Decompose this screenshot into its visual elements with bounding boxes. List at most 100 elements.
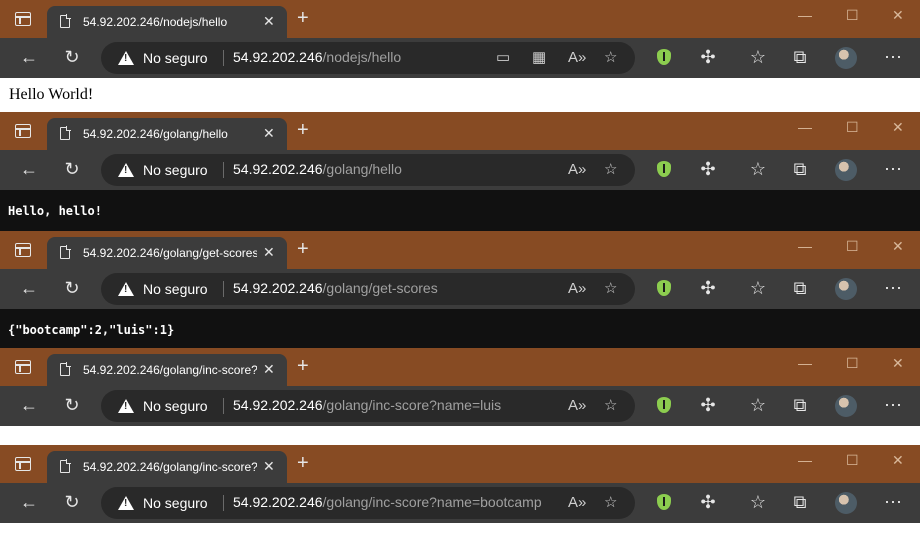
extension-shield-icon[interactable] (657, 280, 671, 296)
close-icon[interactable]: ✕ (263, 362, 275, 376)
refresh-icon[interactable]: ↻ (61, 159, 83, 179)
minimize-icon[interactable]: — (798, 356, 812, 370)
collections-icon[interactable]: ⧉ (789, 278, 811, 298)
more-icon[interactable]: ⋯ (882, 492, 904, 512)
url-text[interactable]: 54.92.202.246/golang/get-scores (233, 280, 438, 296)
more-icon[interactable]: ⋯ (882, 159, 904, 179)
back-arrow-icon[interactable]: ← (18, 492, 40, 512)
read-aloud-icon[interactable]: A» (568, 161, 586, 179)
url-text[interactable]: 54.92.202.246/nodejs/hello (233, 49, 401, 65)
collections-icon[interactable]: ⧉ (789, 47, 811, 67)
back-arrow-icon[interactable]: ← (18, 47, 40, 67)
star-plus-icon[interactable]: ☆ (604, 49, 617, 67)
read-aloud-icon[interactable]: A» (568, 49, 586, 67)
puzzle-icon[interactable]: ✣ (697, 395, 719, 415)
close-icon[interactable]: ✕ (263, 459, 275, 473)
refresh-icon[interactable]: ↻ (61, 395, 83, 415)
security-label[interactable]: No seguro (143, 495, 208, 511)
close-window-icon[interactable]: ✕ (892, 120, 904, 134)
star-plus-icon[interactable]: ☆ (604, 397, 617, 415)
collections-icon[interactable]: ⧉ (789, 159, 811, 179)
read-aloud-icon[interactable]: A» (568, 397, 586, 415)
collections-icon[interactable]: ⧉ (789, 395, 811, 415)
more-icon[interactable]: ⋯ (882, 47, 904, 67)
security-label[interactable]: No seguro (143, 281, 208, 297)
read-aloud-icon[interactable]: A» (568, 280, 586, 298)
puzzle-icon[interactable]: ✣ (697, 278, 719, 298)
sidebar-toggle-icon[interactable] (15, 12, 31, 26)
refresh-icon[interactable]: ↻ (61, 278, 83, 298)
security-label[interactable]: No seguro (143, 162, 208, 178)
apps-icon[interactable]: ▦ (532, 49, 546, 67)
favorites-list-icon[interactable]: ☆ (747, 492, 769, 512)
puzzle-icon[interactable]: ✣ (697, 159, 719, 179)
minimize-icon[interactable]: — (798, 453, 812, 467)
sidebar-toggle-icon[interactable] (15, 360, 31, 374)
minimize-icon[interactable]: — (798, 120, 812, 134)
more-icon[interactable]: ⋯ (882, 278, 904, 298)
address-bar[interactable]: No seguro 54.92.202.246/golang/hello A» … (101, 154, 635, 186)
back-arrow-icon[interactable]: ← (18, 395, 40, 415)
address-bar[interactable]: No seguro 54.92.202.246/golang/inc-score… (101, 487, 635, 519)
sidebar-toggle-icon[interactable] (15, 124, 31, 138)
maximize-icon[interactable]: ☐ (846, 453, 859, 467)
refresh-icon[interactable]: ↻ (61, 47, 83, 67)
close-window-icon[interactable]: ✕ (892, 453, 904, 467)
sidebar-toggle-icon[interactable] (15, 243, 31, 257)
plus-icon[interactable]: + (297, 8, 309, 28)
favorites-list-icon[interactable]: ☆ (747, 159, 769, 179)
close-window-icon[interactable]: ✕ (892, 239, 904, 253)
star-plus-icon[interactable]: ☆ (604, 280, 617, 298)
avatar[interactable] (835, 395, 857, 417)
minimize-icon[interactable]: — (798, 8, 812, 22)
device-icon[interactable]: ▭ (496, 49, 510, 67)
read-aloud-icon[interactable]: A» (568, 494, 586, 512)
close-icon[interactable]: ✕ (263, 14, 275, 28)
avatar[interactable] (835, 47, 857, 69)
refresh-icon[interactable]: ↻ (61, 492, 83, 512)
address-bar[interactable]: No seguro 54.92.202.246/golang/inc-score… (101, 390, 635, 422)
extension-shield-icon[interactable] (657, 49, 671, 65)
url-text[interactable]: 54.92.202.246/golang/inc-score?name=boot… (233, 494, 542, 510)
address-bar[interactable]: No seguro 54.92.202.246/nodejs/hello ▭ ▦… (101, 42, 635, 74)
browser-tab[interactable]: 54.92.202.246/nodejs/hello ✕ (47, 6, 287, 38)
maximize-icon[interactable]: ☐ (846, 8, 859, 22)
more-icon[interactable]: ⋯ (882, 395, 904, 415)
security-label[interactable]: No seguro (143, 398, 208, 414)
browser-tab[interactable]: 54.92.202.246/golang/inc-score?name=boot… (47, 451, 287, 483)
favorites-list-icon[interactable]: ☆ (747, 395, 769, 415)
star-plus-icon[interactable]: ☆ (604, 161, 617, 179)
url-text[interactable]: 54.92.202.246/golang/inc-score?name=luis (233, 397, 501, 413)
extension-shield-icon[interactable] (657, 161, 671, 177)
plus-icon[interactable]: + (297, 453, 309, 473)
plus-icon[interactable]: + (297, 356, 309, 376)
browser-tab[interactable]: 54.92.202.246/golang/hello ✕ (47, 118, 287, 150)
avatar[interactable] (835, 278, 857, 300)
plus-icon[interactable]: + (297, 239, 309, 259)
puzzle-icon[interactable]: ✣ (697, 47, 719, 67)
sidebar-toggle-icon[interactable] (15, 457, 31, 471)
puzzle-icon[interactable]: ✣ (697, 492, 719, 512)
collections-icon[interactable]: ⧉ (789, 492, 811, 512)
plus-icon[interactable]: + (297, 120, 309, 140)
browser-tab[interactable]: 54.92.202.246/golang/inc-score?name=luis… (47, 354, 287, 386)
close-window-icon[interactable]: ✕ (892, 8, 904, 22)
back-arrow-icon[interactable]: ← (18, 159, 40, 179)
security-label[interactable]: No seguro (143, 50, 208, 66)
maximize-icon[interactable]: ☐ (846, 356, 859, 370)
maximize-icon[interactable]: ☐ (846, 120, 859, 134)
close-icon[interactable]: ✕ (263, 126, 275, 140)
avatar[interactable] (835, 159, 857, 181)
star-plus-icon[interactable]: ☆ (604, 494, 617, 512)
minimize-icon[interactable]: — (798, 239, 812, 253)
browser-tab[interactable]: 54.92.202.246/golang/get-scores ✕ (47, 237, 287, 269)
extension-shield-icon[interactable] (657, 494, 671, 510)
extension-shield-icon[interactable] (657, 397, 671, 413)
maximize-icon[interactable]: ☐ (846, 239, 859, 253)
close-window-icon[interactable]: ✕ (892, 356, 904, 370)
favorites-list-icon[interactable]: ☆ (747, 47, 769, 67)
close-icon[interactable]: ✕ (263, 245, 275, 259)
url-text[interactable]: 54.92.202.246/golang/hello (233, 161, 402, 177)
avatar[interactable] (835, 492, 857, 514)
favorites-list-icon[interactable]: ☆ (747, 278, 769, 298)
